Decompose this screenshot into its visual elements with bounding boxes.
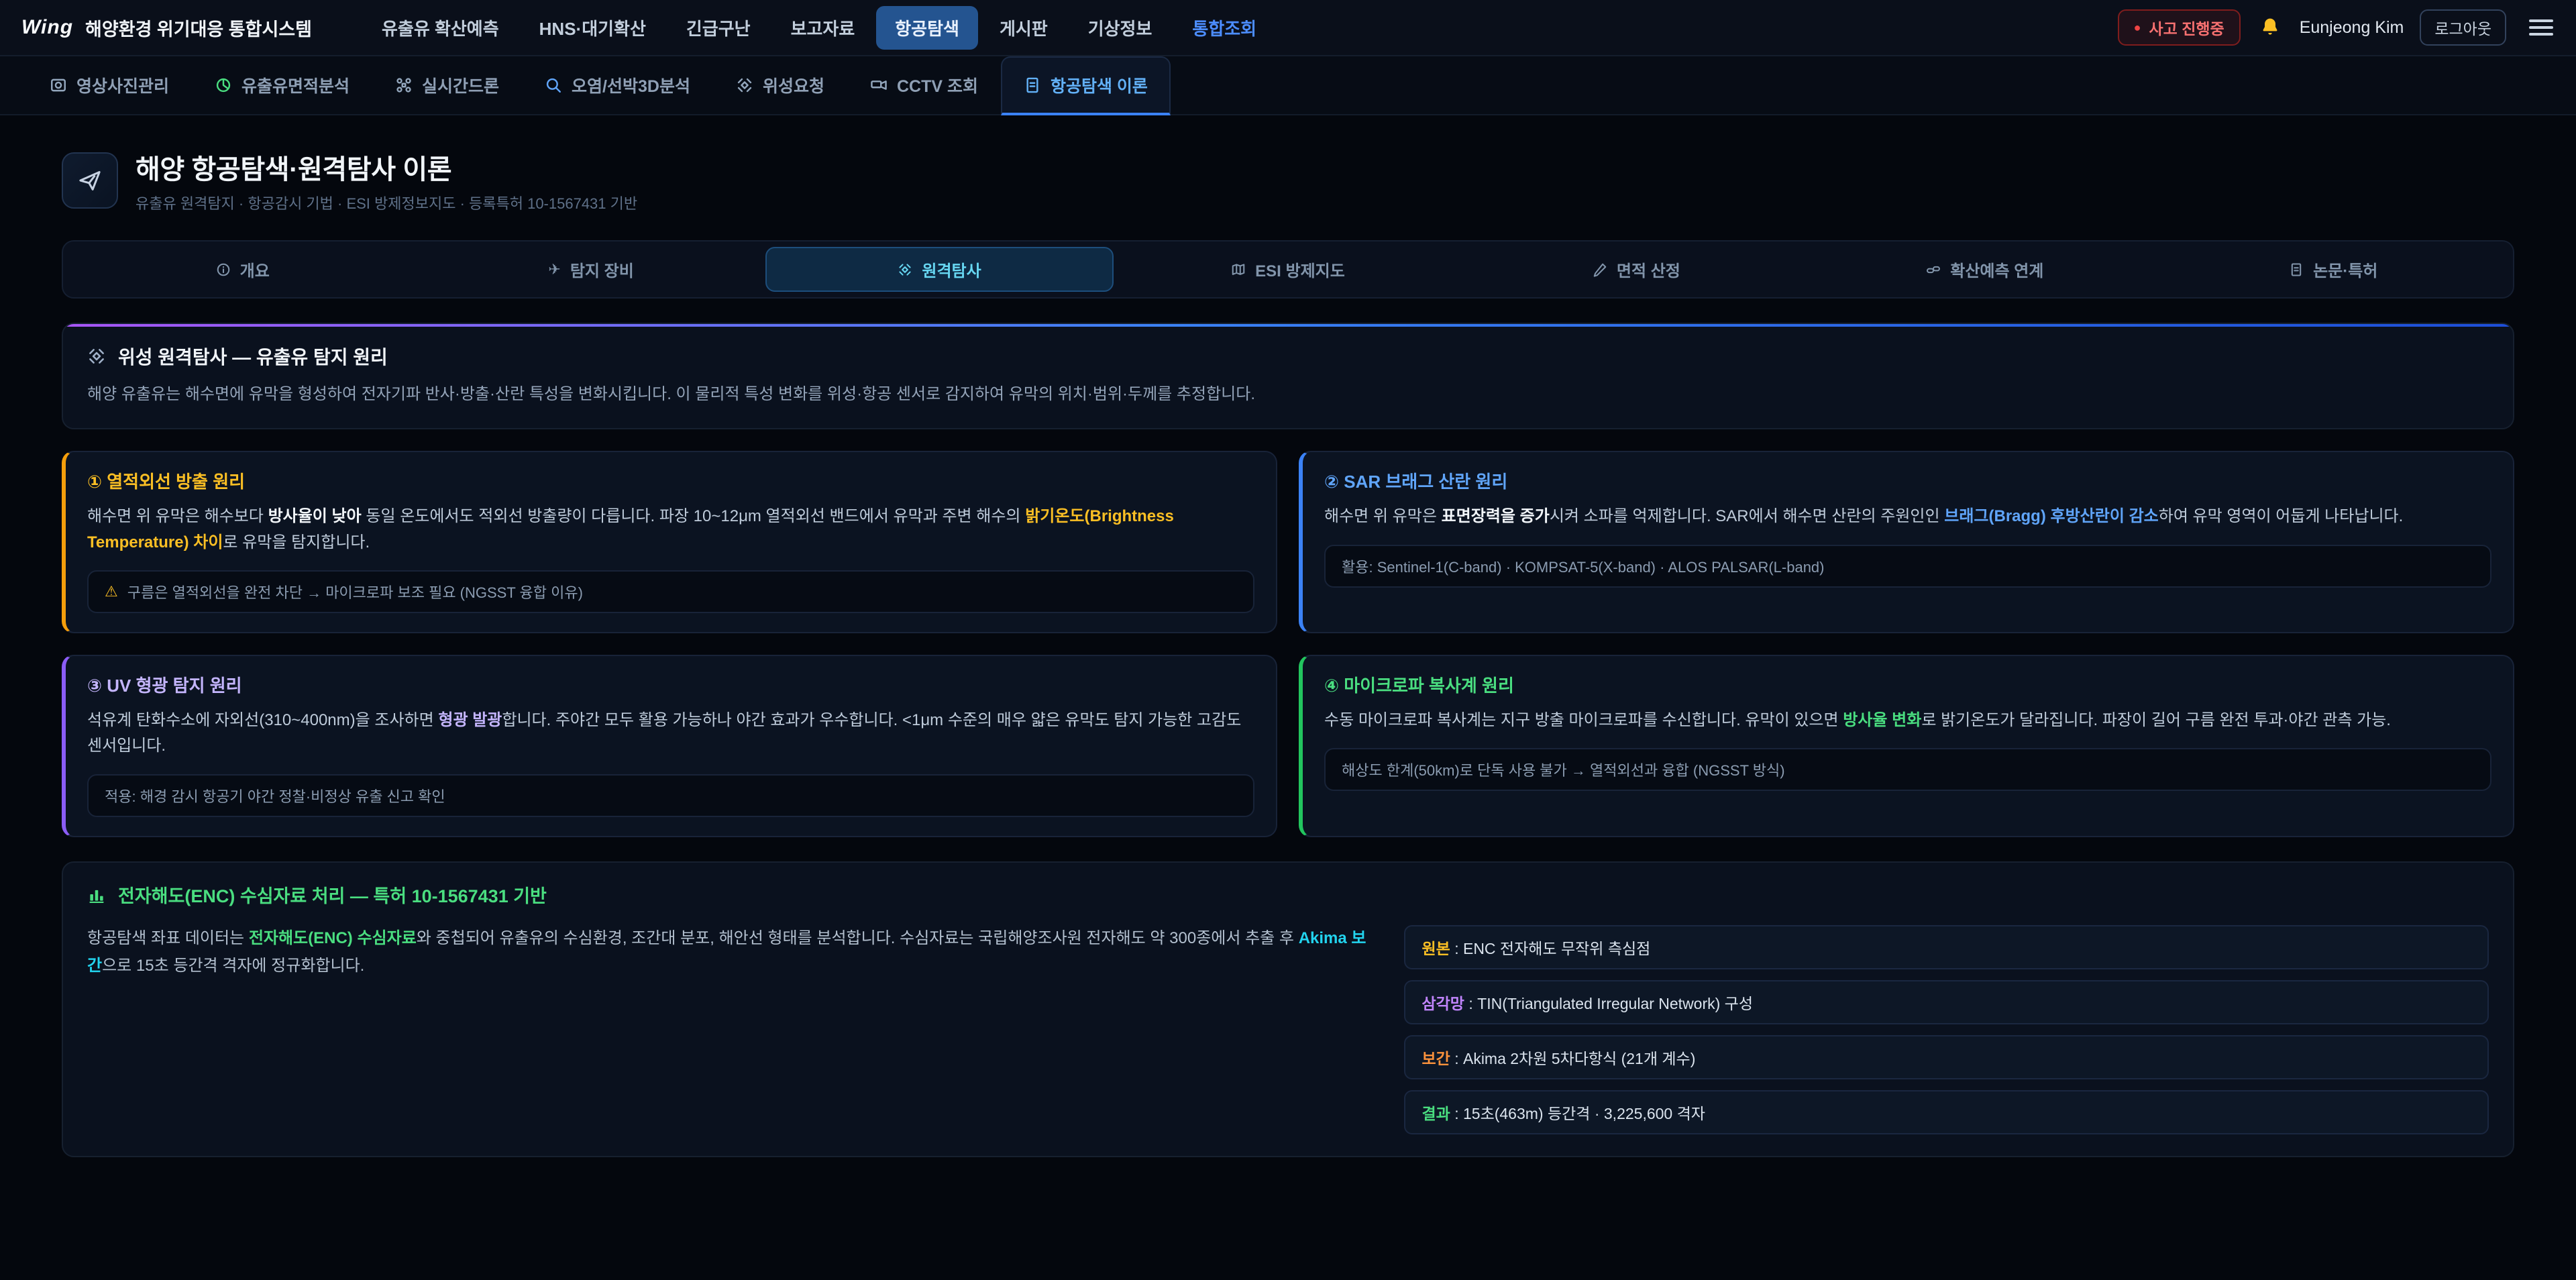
papers-icon (2289, 262, 2304, 277)
card-note: 적용: 해경 감시 항공기 야간 정찰·비정상 유출 신고 확인 (87, 774, 1254, 817)
subnav-item-satellite-request[interactable]: 위성요청 (713, 56, 847, 114)
enc-row-interpolation: 보간Akima 2차원 5차다항식 (21개 계수) (1404, 1035, 2489, 1079)
logout-button[interactable]: 로그아웃 (2420, 9, 2506, 46)
esi-map-icon (1231, 262, 1246, 277)
incident-dot-icon: ● (2134, 21, 2141, 34)
enc-panel-title: 전자해도(ENC) 수심자료 처리 — 특허 10-1567431 기반 (87, 882, 2489, 908)
enc-panel: 전자해도(ENC) 수심자료 처리 — 특허 10-1567431 기반 항공탐… (62, 861, 2514, 1157)
subnav-item-realtime-drone[interactable]: 실시간드론 (372, 56, 522, 114)
photo-icon (50, 76, 67, 94)
sub-navigation: 영상사진관리 유출유면적분석 실시간드론 오염/선박3D분석 위성요청 CCTV… (0, 56, 2576, 115)
card-note: 해상도 한계(50km)로 단독 사용 불가 → 열적외선과 융합 (NGSST… (1324, 748, 2491, 791)
enc-content: 항공탐색 좌표 데이터는 전자해도(ENC) 수심자료와 중첩되어 유출유의 수… (87, 925, 2489, 1134)
tab-equipment[interactable]: ✈ 탐지 장비 (417, 247, 765, 292)
subnav-item-pollution-3d[interactable]: 오염/선박3D분석 (522, 56, 713, 114)
menu-item-weather[interactable]: 기상정보 (1069, 6, 1171, 50)
card-sar-bragg: ② SAR 브래그 산란 원리 해수면 위 유막은 표면장력을 증가시켜 소파를… (1299, 451, 2514, 633)
card-body: 해수면 위 유막은 해수보다 방사율이 낮아 동일 온도에서도 적외선 방출량이… (87, 504, 1254, 555)
tab-overview[interactable]: 개요 (68, 247, 417, 292)
hamburger-menu-icon[interactable] (2528, 15, 2555, 40)
enc-row-source: 원본ENC 전자해도 무작위 측심점 (1404, 925, 2489, 969)
subnav-item-photo-management[interactable]: 영상사진관리 (27, 56, 192, 114)
warning-icon: ⚠ (105, 583, 118, 600)
card-title: ④ 마이크로파 복사계 원리 (1324, 672, 2491, 697)
card-note: 활용: Sentinel-1(C-band) · KOMPSAT-5(X-ban… (1324, 545, 2491, 588)
remote-sensing-panel-title: 위성 원격탐사 — 유출유 탐지 원리 (87, 343, 2489, 370)
menu-item-aerial-search[interactable]: 항공탐색 (876, 6, 978, 50)
area-calc-icon (1593, 262, 1607, 277)
area-analysis-icon (215, 76, 232, 94)
subnav-item-area-analysis[interactable]: 유출유면적분석 (192, 56, 372, 114)
card-note: ⚠ 구름은 열적외선을 완전 차단 → 마이크로파 보조 필요 (NGSST 융… (87, 570, 1254, 613)
main-menu: 유출유 확산예측 HNS·대기확산 긴급구난 보고자료 항공탐색 게시판 기상정… (363, 6, 1275, 50)
subnav-item-cctv[interactable]: CCTV 조회 (847, 56, 1001, 114)
card-body: 석유계 탄화수소에 자외선(310~400nm)을 조사하면 형광 발광합니다.… (87, 708, 1254, 759)
enc-process-rows: 원본ENC 전자해도 무작위 측심점 삼각망TIN(Triangulated I… (1404, 925, 2489, 1134)
card-title: ① 열적외선 방출 원리 (87, 468, 1254, 493)
notifications-button[interactable] (2257, 14, 2284, 41)
cctv-icon (870, 76, 888, 94)
enc-paragraph: 항공탐색 좌표 데이터는 전자해도(ENC) 수심자료와 중첩되어 유출유의 수… (87, 925, 1366, 980)
bell-icon (2259, 17, 2281, 38)
app-title: 해양환경 위기대응 통합시스템 (85, 15, 312, 41)
satellite-title-icon (87, 347, 106, 366)
theory-tabbar: 개요 ✈ 탐지 장비 원격탐사 ESI 방제지도 면적 산정 확산예측 연계 논… (62, 240, 2514, 299)
overview-icon (216, 262, 231, 277)
bar-chart-icon (87, 885, 106, 904)
aerial-search-icon (62, 152, 118, 209)
magnifier-icon (545, 76, 562, 94)
menu-item-integrated-search[interactable]: 통합조회 (1173, 6, 1275, 50)
menu-item-board[interactable]: 게시판 (981, 6, 1067, 50)
menu-item-spill-forecast[interactable]: 유출유 확산예측 (363, 6, 518, 50)
card-microwave-radiometer: ④ 마이크로파 복사계 원리 수동 마이크로파 복사계는 지구 방출 마이크로파… (1299, 655, 2514, 837)
tab-papers-patents[interactable]: 논문·특허 (2159, 247, 2508, 292)
brand: Wing 해양환경 위기대응 통합시스템 (21, 15, 312, 41)
tab-diffusion-link[interactable]: 확산예측 연계 (1811, 247, 2159, 292)
tab-esi-map[interactable]: ESI 방제지도 (1114, 247, 1462, 292)
card-uv-fluorescence: ③ UV 형광 탐지 원리 석유계 탄화수소에 자외선(310~400nm)을 … (62, 655, 1277, 837)
card-title: ③ UV 형광 탐지 원리 (87, 672, 1254, 697)
page-title: 해양 항공탐색·원격탐사 이론 (136, 148, 637, 186)
topnav-right: ● 사고 진행중 Eunjeong Kim 로그아웃 (2118, 9, 2555, 46)
drone-icon (395, 76, 413, 94)
app-logo[interactable]: Wing (21, 16, 73, 39)
enc-row-result: 결과15초(463m) 등간격 · 3,225,600 격자 (1404, 1090, 2489, 1134)
principle-cards: ① 열적외선 방출 원리 해수면 위 유막은 해수보다 방사율이 낮아 동일 온… (62, 451, 2514, 837)
card-title: ② SAR 브래그 산란 원리 (1324, 468, 2491, 493)
card-body: 해수면 위 유막은 표면장력을 증가시켜 소파를 억제합니다. SAR에서 해수… (1324, 504, 2491, 529)
remote-sensing-description: 해양 유출유는 해수면에 유막을 형성하여 전자기파 반사·방출·산란 특성을 … (87, 382, 2489, 407)
main-content: 해양 항공탐색·원격탐사 이론 유출유 원격탐지 · 항공감시 기법 · ESI… (0, 115, 2576, 1238)
remote-sensing-panel: 위성 원격탐사 — 유출유 탐지 원리 해양 유출유는 해수면에 유막을 형성하… (62, 323, 2514, 429)
card-thermal-infrared: ① 열적외선 방출 원리 해수면 위 유막은 해수보다 방사율이 낮아 동일 온… (62, 451, 1277, 633)
plane-icon: ✈ (548, 261, 560, 278)
tab-remote-sensing[interactable]: 원격탐사 (765, 247, 1114, 292)
card-body: 수동 마이크로파 복사계는 지구 방출 마이크로파를 수신합니다. 유막이 있으… (1324, 708, 2491, 733)
enc-row-tin: 삼각망TIN(Triangulated Irregular Network) 구… (1404, 980, 2489, 1024)
incident-status-badge: ● 사고 진행중 (2118, 9, 2241, 46)
satellite-icon (736, 76, 753, 94)
menu-item-hns[interactable]: HNS·대기확산 (521, 6, 665, 50)
user-name: Eunjeong Kim (2300, 18, 2404, 38)
diffusion-link-icon (1926, 262, 1941, 277)
remote-sensing-icon (898, 262, 912, 277)
page-header: 해양 항공탐색·원격탐사 이론 유출유 원격탐지 · 항공감시 기법 · ESI… (62, 148, 2514, 213)
theory-doc-icon (1024, 76, 1041, 94)
incident-status-label: 사고 진행중 (2149, 16, 2224, 39)
page-subtitle: 유출유 원격탐지 · 항공감시 기법 · ESI 방제정보지도 · 등록특허 1… (136, 192, 637, 213)
subnav-item-aerial-theory[interactable]: 항공탐색 이론 (1001, 56, 1171, 115)
tab-area-calculation[interactable]: 면적 산정 (1462, 247, 1811, 292)
menu-item-rescue[interactable]: 긴급구난 (667, 6, 769, 50)
menu-item-reports[interactable]: 보고자료 (772, 6, 874, 50)
top-navigation: Wing 해양환경 위기대응 통합시스템 유출유 확산예측 HNS·대기확산 긴… (0, 0, 2576, 56)
